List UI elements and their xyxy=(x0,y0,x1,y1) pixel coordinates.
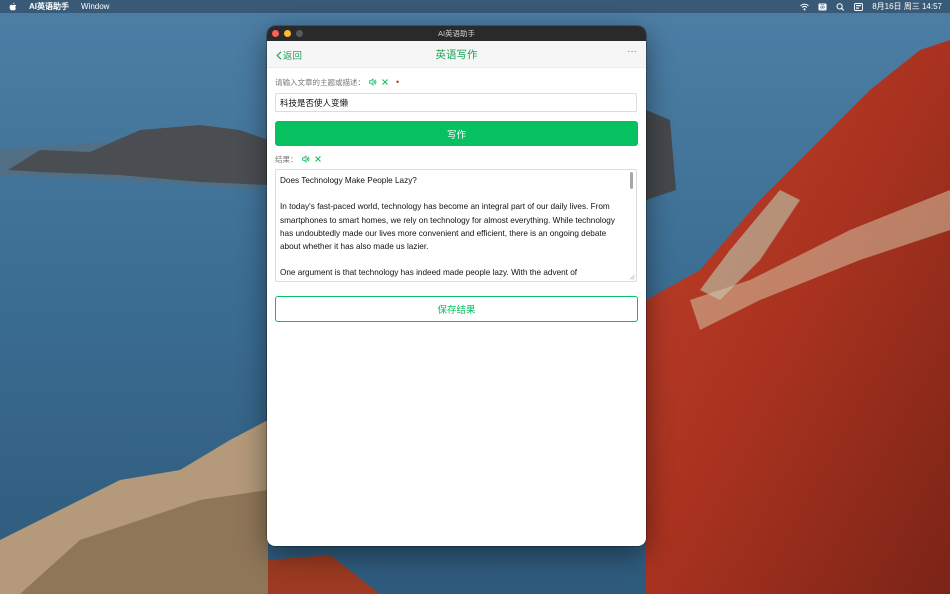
nav-bar: 返回 英语写作 ··· xyxy=(267,41,646,68)
wifi-icon[interactable] xyxy=(800,3,810,11)
result-clear-icon[interactable] xyxy=(314,155,322,163)
result-text[interactable]: Does Technology Make People Lazy? In tod… xyxy=(280,174,624,281)
menu-app-name[interactable]: AI英语助手 xyxy=(29,1,69,12)
resize-grip-icon[interactable] xyxy=(629,274,635,280)
topic-input[interactable] xyxy=(275,93,637,112)
result-label-row: 结果： xyxy=(275,154,638,164)
control-center-icon[interactable] xyxy=(854,2,864,11)
save-result-button[interactable]: 保存结果 xyxy=(275,296,638,322)
result-label: 结果： xyxy=(275,154,298,164)
zoom-window-button[interactable] xyxy=(296,30,303,37)
back-button[interactable]: 返回 xyxy=(276,48,302,62)
menu-bar: AI英语助手 Window 英 8月16日 周三 14:57 xyxy=(0,0,950,13)
result-speaker-icon[interactable] xyxy=(301,155,310,163)
write-button[interactable]: 写作 xyxy=(275,121,638,146)
menu-clock[interactable]: 8月16日 周三 14:57 xyxy=(872,1,942,12)
topic-label-row: 请输入文章的主题或描述： • xyxy=(275,77,638,87)
close-window-button[interactable] xyxy=(272,30,279,37)
topic-label: 请输入文章的主题或描述： xyxy=(275,77,365,87)
apple-icon[interactable] xyxy=(9,2,17,11)
result-textarea[interactable]: Does Technology Make People Lazy? In tod… xyxy=(275,169,637,282)
window-titlebar[interactable]: AI英语助手 xyxy=(267,26,646,41)
menu-window[interactable]: Window xyxy=(81,2,109,11)
speaker-icon[interactable] xyxy=(369,78,377,86)
back-label: 返回 xyxy=(283,51,303,62)
app-window: AI英语助手 返回 英语写作 ··· 请输入文章的主题或描述： • 写作 结果： xyxy=(267,26,646,546)
clear-icon[interactable] xyxy=(381,78,389,86)
page-title: 英语写作 xyxy=(435,48,478,61)
window-title: AI英语助手 xyxy=(437,29,476,38)
search-icon[interactable] xyxy=(836,2,845,11)
minimize-window-button[interactable] xyxy=(284,30,291,37)
result-scrollbar[interactable] xyxy=(630,172,633,189)
more-icon[interactable]: ··· xyxy=(627,46,637,57)
keyboard-icon[interactable]: 英 xyxy=(818,3,827,11)
svg-text:英: 英 xyxy=(820,3,826,11)
required-mark: • xyxy=(396,77,400,87)
back-chevron-icon xyxy=(276,50,282,60)
